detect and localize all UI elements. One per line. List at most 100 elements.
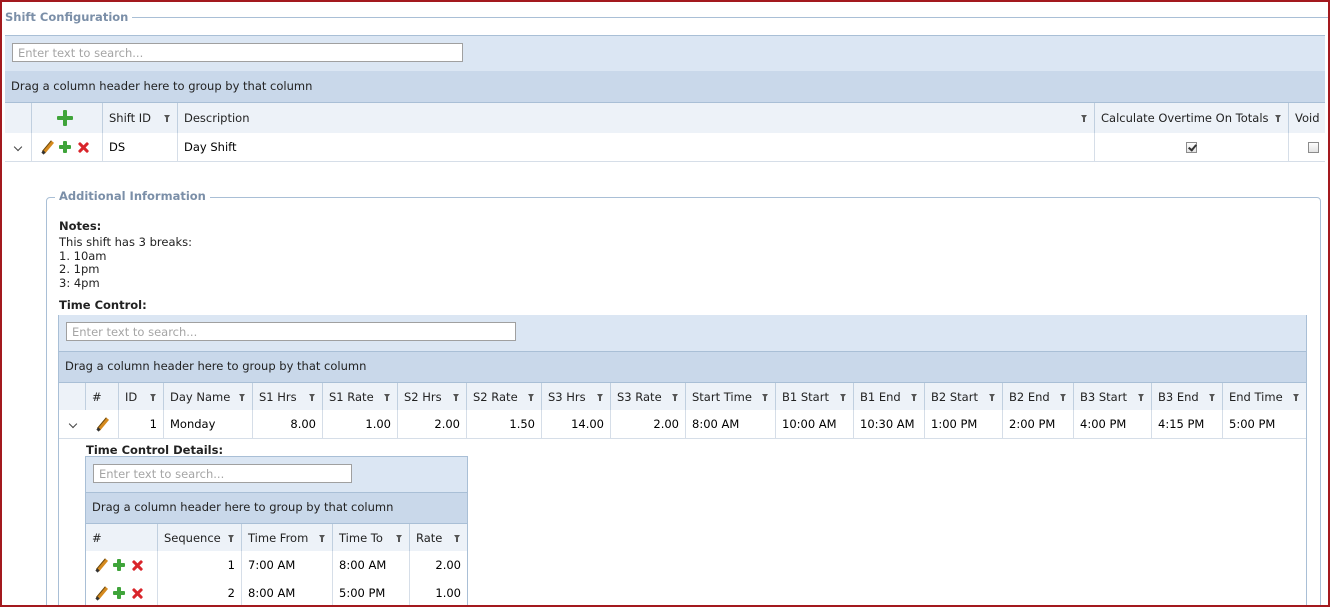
dt-cell-sequence: 1 <box>158 551 242 579</box>
delete-icon[interactable] <box>130 586 144 600</box>
filter-icon[interactable] <box>528 393 534 401</box>
details-group-panel[interactable]: Drag a column header here to group by th… <box>86 493 467 524</box>
filter-icon[interactable] <box>319 534 325 542</box>
col-void[interactable]: Void <box>1289 103 1325 133</box>
table-row[interactable]: 1 7:00 AM 8:00 AM 2.00 <box>86 551 467 580</box>
pencil-icon[interactable] <box>95 417 109 431</box>
filter-icon[interactable] <box>1275 115 1281 122</box>
filter-icon[interactable] <box>1209 393 1215 401</box>
filter-icon[interactable] <box>453 393 459 401</box>
pencil-icon[interactable] <box>94 558 108 572</box>
tc-col-b1-end[interactable]: B1 End <box>854 383 925 410</box>
tc-col-s2-rate-label: S2 Rate <box>473 389 518 404</box>
filter-icon[interactable] <box>384 393 390 401</box>
tc-col-s2-rate[interactable]: S2 Rate <box>467 383 542 410</box>
tc-col-s1-hrs-label: S1 Hrs <box>259 389 297 404</box>
tc-col-start-time[interactable]: Start Time <box>686 383 776 410</box>
filter-icon[interactable] <box>672 393 678 401</box>
fieldset-line <box>5 17 1328 18</box>
filter-icon[interactable] <box>1081 115 1087 122</box>
dt-col-time-to-label: Time To <box>339 530 383 545</box>
filter-icon[interactable] <box>762 393 768 401</box>
filter-icon[interactable] <box>989 393 995 401</box>
dt-col-time-to[interactable]: Time To <box>333 524 410 551</box>
filter-icon[interactable] <box>309 393 315 401</box>
delete-icon[interactable] <box>130 558 144 572</box>
dt-cell-time-to: 8:00 AM <box>333 551 410 579</box>
tc-col-end-time[interactable]: End Time <box>1223 383 1306 410</box>
filter-icon[interactable] <box>1138 393 1144 401</box>
filter-icon[interactable] <box>1293 393 1299 401</box>
filter-icon[interactable] <box>597 393 603 401</box>
void-checkbox[interactable] <box>1308 141 1319 153</box>
shift-configuration-fieldset: Shift Configuration <box>5 10 1328 26</box>
plus-icon[interactable] <box>112 586 126 600</box>
tc-col-s2-hrs-label: S2 Hrs <box>404 389 442 404</box>
dt-cell-rate: 2.00 <box>435 558 461 572</box>
tc-cell-start-time: 8:00 AM <box>686 410 776 438</box>
filter-icon[interactable] <box>911 393 917 401</box>
tc-cell-end-time: 5:00 PM <box>1229 417 1276 431</box>
tc-col-b3-start-label: B3 Start <box>1080 389 1127 404</box>
dt-col-sequence-label: Sequence <box>164 530 221 545</box>
table-row[interactable]: 1 Monday 8.00 1.00 2.00 1.50 14.00 2.00 … <box>59 410 1306 439</box>
tc-col-s2-hrs[interactable]: S2 Hrs <box>398 383 467 410</box>
cell-shift-id: DS <box>103 133 178 161</box>
filter-icon[interactable] <box>396 534 402 542</box>
tc-col-b1-start-label: B1 Start <box>782 389 829 404</box>
tc-col-b3-start[interactable]: B3 Start <box>1074 383 1152 410</box>
filter-icon[interactable] <box>840 393 846 401</box>
dt-col-sequence[interactable]: Sequence <box>158 524 242 551</box>
tc-col-b3-end[interactable]: B3 End <box>1152 383 1223 410</box>
tc-col-b2-start[interactable]: B2 Start <box>925 383 1003 410</box>
time-control-search-bar: Enter text to search... <box>59 315 1306 352</box>
tc-cell-s1-hrs: 8.00 <box>253 410 323 438</box>
dt-cell-time-from: 7:00 AM <box>242 551 333 579</box>
filter-icon[interactable] <box>454 534 460 542</box>
tc-col-id[interactable]: ID <box>119 383 164 410</box>
tc-col-id-label: ID <box>125 389 138 404</box>
dt-col-rate[interactable]: Rate <box>410 524 467 551</box>
row-expand-toggle[interactable] <box>59 410 86 438</box>
details-search-input[interactable]: Enter text to search... <box>93 464 352 483</box>
shift-search-input[interactable]: Enter text to search... <box>12 43 463 62</box>
tc-col-b2-end[interactable]: B2 End <box>1003 383 1074 410</box>
dt-col-time-from[interactable]: Time From <box>242 524 333 551</box>
filter-icon[interactable] <box>239 393 245 401</box>
table-row[interactable]: DS Day Shift <box>5 133 1325 162</box>
tc-col-s1-hrs[interactable]: S1 Hrs <box>253 383 323 410</box>
filter-icon[interactable] <box>228 534 234 542</box>
tc-col-hash-label: # <box>92 389 102 404</box>
col-calc-overtime[interactable]: Calculate Overtime On Totals <box>1095 103 1289 133</box>
chevron-down-icon <box>13 142 23 152</box>
col-shift-id[interactable]: Shift ID <box>103 103 178 133</box>
time-control-search-input[interactable]: Enter text to search... <box>66 322 516 341</box>
tc-col-day-name[interactable]: Day Name <box>164 383 253 410</box>
tc-col-b1-end-label: B1 End <box>860 389 901 404</box>
delete-icon[interactable] <box>76 140 90 154</box>
filter-icon[interactable] <box>1060 393 1066 401</box>
row-expand-toggle[interactable] <box>5 133 32 161</box>
pencil-icon[interactable] <box>40 140 54 154</box>
plus-icon[interactable] <box>58 140 72 154</box>
time-control-group-panel[interactable]: Drag a column header here to group by th… <box>59 352 1306 383</box>
tc-cell-s2-hrs: 2.00 <box>398 410 467 438</box>
filter-icon[interactable] <box>164 115 170 122</box>
table-row[interactable]: 2 8:00 AM 5:00 PM 1.00 <box>86 579 467 605</box>
tc-col-s3-hrs[interactable]: S3 Hrs <box>542 383 611 410</box>
pencil-icon[interactable] <box>94 586 108 600</box>
time-control-label: Time Control: <box>59 298 147 312</box>
col-description[interactable]: Description <box>178 103 1095 133</box>
shift-group-panel[interactable]: Drag a column header here to group by th… <box>5 71 1325 103</box>
tc-col-s1-rate[interactable]: S1 Rate <box>323 383 398 410</box>
dt-col-hash[interactable]: # <box>86 524 158 551</box>
dt-col-rate-label: Rate <box>416 530 443 545</box>
dt-cell-rate: 1.00 <box>435 586 461 600</box>
calc-overtime-checkbox[interactable] <box>1186 141 1197 153</box>
plus-icon[interactable] <box>112 558 126 572</box>
tc-col-b1-start[interactable]: B1 Start <box>776 383 854 410</box>
tc-col-hash[interactable]: # <box>86 383 119 410</box>
tc-col-s3-rate[interactable]: S3 Rate <box>611 383 686 410</box>
filter-icon[interactable] <box>150 393 156 401</box>
add-row-button[interactable] <box>32 103 103 133</box>
